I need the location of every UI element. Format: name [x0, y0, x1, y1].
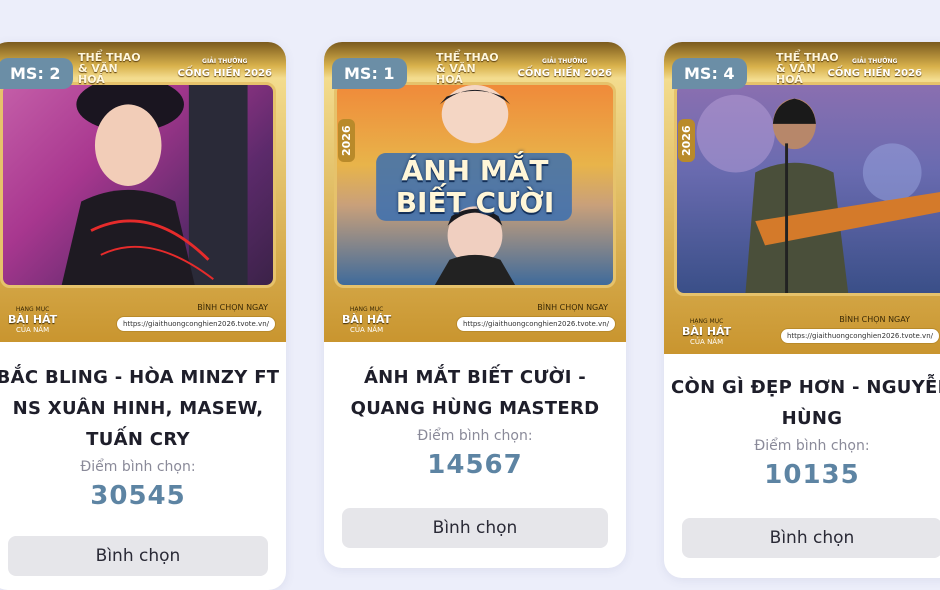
poster-artwork [674, 82, 940, 296]
award-subtitle: GIẢI THƯỞNG [852, 58, 898, 65]
song-card: MS: 2 THỂ THAO & VĂN HOÁ GIẢI THƯỞNG CỐN… [0, 42, 286, 590]
category-label: HẠNG MỤC BÀI HÁT CỦA NĂM [8, 306, 57, 334]
category-label: HẠNG MỤC BÀI HÁT CỦA NĂM [342, 306, 391, 334]
award-name: CỐNG HIẾN 2026 [827, 68, 922, 79]
vote-button[interactable]: Bình chọn [682, 518, 940, 558]
score-label: Điểm bình chọn: [754, 438, 870, 454]
song-card: ÁNH MẮT BIẾT CƯỜI MS: 1 THỂ THAO & VĂN H… [324, 42, 626, 568]
ms-badge: MS: 2 [0, 58, 73, 89]
artist-portrait-image [61, 85, 248, 285]
award-name: CỐNG HIẾN 2026 [177, 68, 272, 79]
vote-now-text: BÌNH CHỌN NGAY [197, 303, 268, 312]
score-label: Điểm bình chọn: [417, 428, 533, 444]
vote-url: https://giaithuongconghien2026.tvote.vn/ [779, 328, 940, 344]
score-value: 14567 [427, 450, 523, 480]
category-name: BÀI HÁT [8, 313, 58, 326]
category-small: HẠNG MỤC [349, 306, 384, 313]
category-sub: CỦA NĂM [16, 326, 50, 334]
vote-button[interactable]: Bình chọn [342, 508, 608, 548]
artist-performance-image [696, 94, 940, 293]
score-value: 30545 [90, 481, 186, 511]
award-title: GIẢI THƯỞNG CỐNG HIẾN 2026 [177, 56, 272, 80]
category-small: HẠNG MỤC [689, 318, 724, 325]
title-line: NS XUÂN HINH, MASEW, [12, 398, 264, 419]
title-line: CÒN GÌ ĐẸP HƠN - NGUYỄN [670, 377, 940, 398]
vote-url: https://giaithuongconghien2026.tvote.vn/ [115, 316, 276, 332]
brand-logo: THỂ THAO & VĂN HOÁ [436, 51, 499, 86]
title-line: BẮC BLING - HÒA MINZY FT [0, 367, 280, 388]
song-title: CÒN GÌ ĐẸP HƠN - NGUYỄN HÙNG [664, 372, 940, 434]
song-poster: ÁNH MẮT BIẾT CƯỜI MS: 1 THỂ THAO & VĂN H… [324, 42, 626, 342]
title-line: QUANG HÙNG MASTERD [350, 398, 600, 419]
category-name: BÀI HÁT [682, 325, 732, 338]
brand-logo: THỂ THAO & VĂN HOÁ [78, 51, 141, 86]
award-title: GIẢI THƯỞNG CỐNG HIẾN 2026 [827, 56, 922, 80]
song-title: ÁNH MẮT BIẾT CƯỜI - QUANG HÙNG MASTERD [324, 362, 626, 424]
song-poster: MS: 4 THỂ THAO & VĂN HOÁ GIẢI THƯỞNG CỐN… [664, 42, 940, 354]
title-line: TUẤN CRY [86, 429, 190, 450]
poster-artwork: ÁNH MẮT BIẾT CƯỜI [334, 82, 616, 288]
title-line: ÁNH MẮT BIẾT CƯỜI - [363, 367, 587, 388]
vote-now-text: BÌNH CHỌN NGAY [537, 303, 608, 312]
ms-badge: MS: 1 [332, 58, 407, 89]
award-subtitle: GIẢI THƯỞNG [202, 58, 248, 65]
category-label: HẠNG MỤC BÀI HÁT CỦA NĂM [682, 318, 731, 346]
vote-url: https://giaithuongconghien2026.tvote.vn/ [455, 316, 616, 332]
song-poster: MS: 2 THỂ THAO & VĂN HOÁ GIẢI THƯỞNG CỐN… [0, 42, 286, 342]
title-line: HÙNG [781, 408, 843, 429]
poster-artwork [0, 82, 276, 288]
award-title: GIẢI THƯỞNG CỐNG HIẾN 2026 [517, 56, 612, 80]
award-name: CỐNG HIẾN 2026 [517, 68, 612, 79]
category-small: HẠNG MỤC [15, 306, 50, 313]
vote-now-text: BÌNH CHỌN NGAY [839, 315, 910, 324]
song-title: BẮC BLING - HÒA MINZY FT NS XUÂN HINH, M… [0, 362, 286, 455]
category-name: BÀI HÁT [342, 313, 392, 326]
ms-badge: MS: 4 [672, 58, 747, 89]
year-tag: 2026 [338, 119, 355, 162]
award-subtitle: GIẢI THƯỞNG [542, 58, 588, 65]
song-card: MS: 4 THỂ THAO & VĂN HOÁ GIẢI THƯỞNG CỐN… [664, 42, 940, 578]
vote-button[interactable]: Bình chọn [8, 536, 268, 576]
poster-song-text: ÁNH MẮT BIẾT CƯỜI [395, 154, 555, 219]
year-tag: 2026 [678, 119, 695, 162]
score-value: 10135 [764, 460, 860, 490]
category-sub: CỦA NĂM [690, 338, 724, 346]
category-sub: CỦA NĂM [350, 326, 384, 334]
score-label: Điểm bình chọn: [80, 459, 196, 475]
